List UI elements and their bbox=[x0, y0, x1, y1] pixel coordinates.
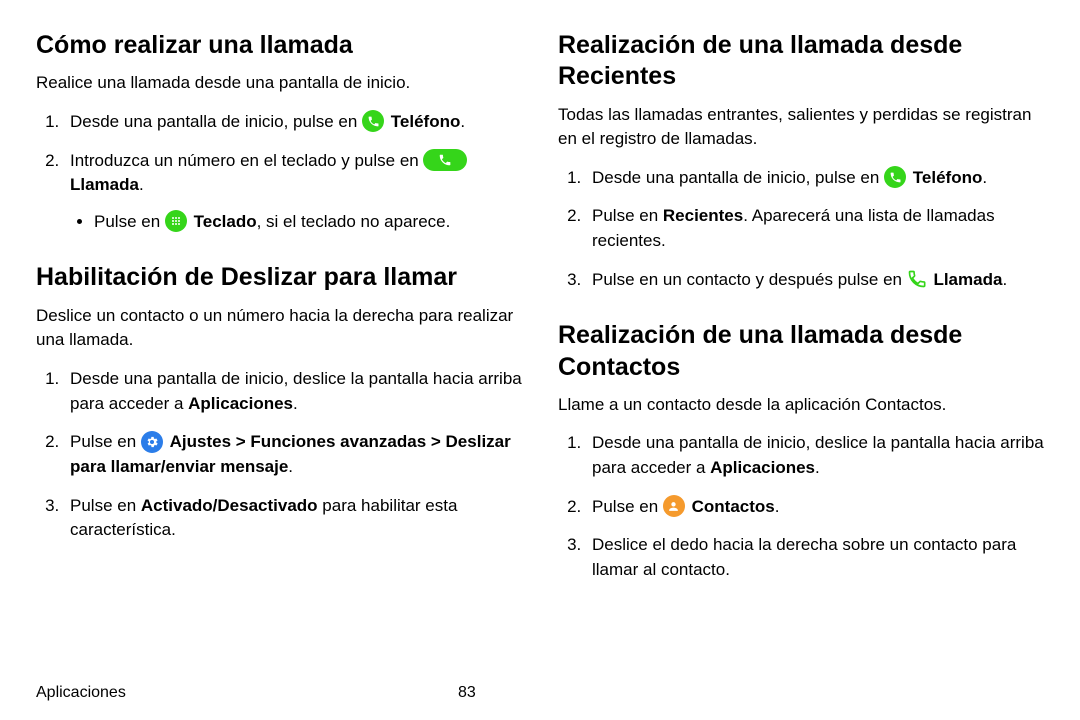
lead-call-recents: Todas las llamadas entrantes, salientes … bbox=[558, 103, 1044, 152]
heading-call-recents: Realización de una llamada desde Recient… bbox=[558, 30, 1044, 93]
step: Desde una pantalla de inicio, deslice la… bbox=[64, 367, 522, 416]
section-call-contacts: Realización de una llamada desde Contact… bbox=[558, 320, 1044, 582]
text: . bbox=[288, 457, 293, 476]
bold-label: Aplicaciones bbox=[188, 394, 293, 413]
step: Desde una pantalla de inicio, deslice la… bbox=[586, 431, 1044, 480]
step: Pulse en Activado/Desactivado para habil… bbox=[64, 494, 522, 543]
bold-label: Ajustes bbox=[170, 432, 231, 451]
text: , si el teclado no aparece. bbox=[257, 212, 451, 231]
step: Desde una pantalla de inicio, pulse en T… bbox=[586, 166, 1044, 191]
text: . bbox=[815, 458, 820, 477]
text: Pulse en bbox=[70, 496, 141, 515]
text: . bbox=[139, 175, 144, 194]
lead-swipe-call: Deslice un contacto o un número hacia la… bbox=[36, 304, 522, 353]
substep: Pulse en Teclado, si el teclado no apare… bbox=[94, 210, 522, 235]
heading-make-call: Cómo realizar una llamada bbox=[36, 30, 522, 61]
step: Pulse en Contactos. bbox=[586, 495, 1044, 520]
lead-call-contacts: Llame a un contacto desde la aplicación … bbox=[558, 393, 1044, 418]
step: Introduzca un número en el teclado y pul… bbox=[64, 149, 522, 235]
text: . bbox=[775, 497, 780, 516]
contacts-icon bbox=[663, 495, 685, 517]
steps-swipe-call: Desde una pantalla de inicio, deslice la… bbox=[36, 367, 522, 543]
text: . bbox=[1002, 270, 1007, 289]
text: Pulse en bbox=[592, 497, 663, 516]
call-pill-icon bbox=[423, 149, 467, 171]
call-outline-icon bbox=[907, 269, 927, 289]
section-make-call: Cómo realizar una llamada Realice una ll… bbox=[36, 30, 522, 234]
text: . bbox=[293, 394, 298, 413]
text: . bbox=[982, 168, 987, 187]
steps-call-recents: Desde una pantalla de inicio, pulse en T… bbox=[558, 166, 1044, 293]
steps-make-call: Desde una pantalla de inicio, pulse en T… bbox=[36, 110, 522, 235]
bold-label: Llamada bbox=[70, 175, 139, 194]
keypad-icon bbox=[165, 210, 187, 232]
lead-make-call: Realice una llamada desde una pantalla d… bbox=[36, 71, 522, 96]
heading-call-contacts: Realización de una llamada desde Contact… bbox=[558, 320, 1044, 383]
text: . bbox=[460, 112, 465, 131]
bold-label: Funciones avanzadas bbox=[250, 432, 426, 451]
page-number: 83 bbox=[458, 684, 476, 702]
bold-label: Llamada bbox=[933, 270, 1002, 289]
text: Pulse en bbox=[94, 212, 165, 231]
text: Desde una pantalla de inicio, pulse en bbox=[592, 168, 884, 187]
heading-swipe-call: Habilitación de Deslizar para llamar bbox=[36, 262, 522, 293]
chevron: > bbox=[231, 432, 250, 451]
section-call-recents: Realización de una llamada desde Recient… bbox=[558, 30, 1044, 292]
bold-label: Activado/Desactivado bbox=[141, 496, 318, 515]
text: Introduzca un número en el teclado y pul… bbox=[70, 151, 423, 170]
text: Pulse en bbox=[70, 432, 141, 451]
text: Desde una pantalla de inicio, pulse en bbox=[70, 112, 362, 131]
step: Desde una pantalla de inicio, pulse en T… bbox=[64, 110, 522, 135]
bold-label: Teléfono bbox=[913, 168, 983, 187]
step: Pulse en Ajustes > Funciones avanzadas >… bbox=[64, 430, 522, 479]
step: Pulse en Recientes. Aparecerá una lista … bbox=[586, 204, 1044, 253]
bold-label: Contactos bbox=[692, 497, 775, 516]
phone-icon bbox=[884, 166, 906, 188]
text: Pulse en bbox=[592, 206, 663, 225]
settings-icon bbox=[141, 431, 163, 453]
step: Deslice el dedo hacia la derecha sobre u… bbox=[586, 533, 1044, 582]
footer-section-label: Aplicaciones bbox=[36, 684, 126, 702]
step: Pulse en un contacto y después pulse en … bbox=[586, 268, 1044, 293]
text: Deslice el dedo hacia la derecha sobre u… bbox=[592, 535, 1016, 579]
section-swipe-call: Habilitación de Deslizar para llamar Des… bbox=[36, 262, 522, 542]
phone-icon bbox=[362, 110, 384, 132]
bold-label: Aplicaciones bbox=[710, 458, 815, 477]
steps-call-contacts: Desde una pantalla de inicio, deslice la… bbox=[558, 431, 1044, 582]
substeps: Pulse en Teclado, si el teclado no apare… bbox=[70, 210, 522, 235]
chevron: > bbox=[426, 432, 445, 451]
bold-label: Teclado bbox=[194, 212, 257, 231]
bold-label: Teléfono bbox=[391, 112, 461, 131]
bold-label: Recientes bbox=[663, 206, 743, 225]
text: Pulse en un contacto y después pulse en bbox=[592, 270, 907, 289]
